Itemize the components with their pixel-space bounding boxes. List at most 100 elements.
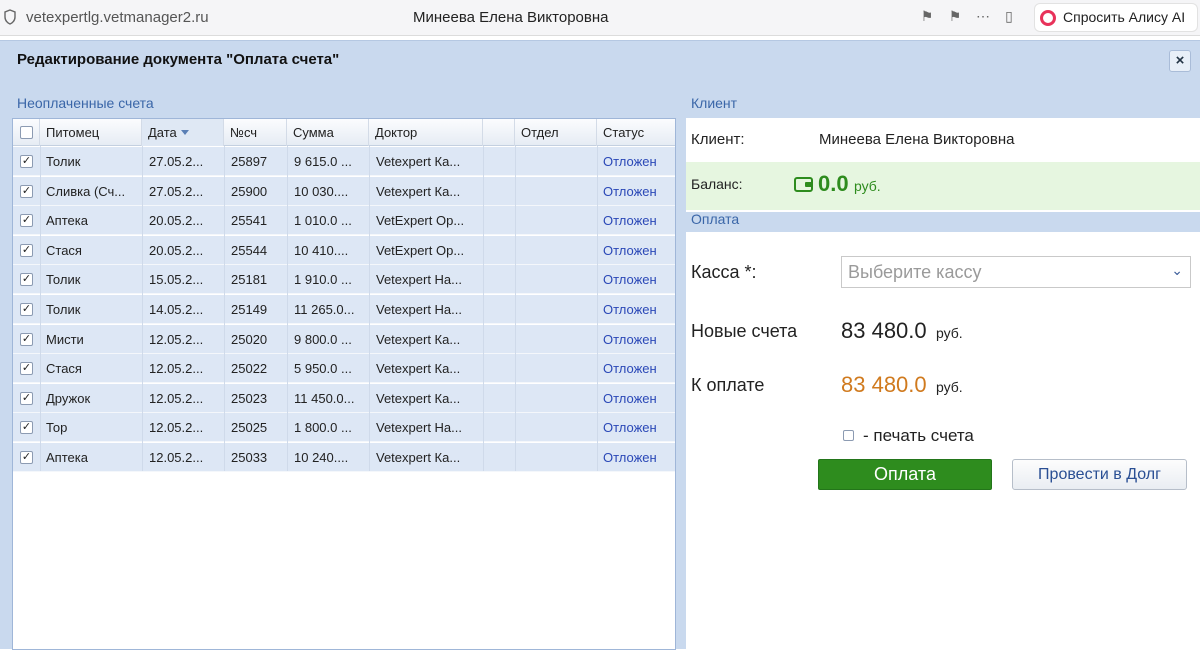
row-checkbox[interactable]: ✓ bbox=[20, 451, 33, 464]
more-icon[interactable]: ⋯ bbox=[974, 8, 992, 25]
row-checkbox[interactable]: ✓ bbox=[20, 243, 33, 257]
table-row[interactable]: ✓ Стася 20.05.2... 25544 10 410.... VetExpert… bbox=[13, 235, 675, 265]
shield-icon[interactable] bbox=[4, 9, 16, 25]
cell-date: 20.05.2... bbox=[149, 242, 204, 258]
cell-status[interactable]: Отложен bbox=[603, 361, 673, 376]
cell-status[interactable]: Отложен bbox=[603, 154, 673, 169]
cell-doctor: Vetexpert Ка... bbox=[376, 154, 461, 169]
balance-value: 0.0 bbox=[818, 171, 849, 196]
address-bar-url[interactable]: vetexpertlg.vetmanager2.ru bbox=[26, 9, 209, 26]
cashbox-select[interactable]: Выберите кассу ⌄ bbox=[841, 256, 1191, 288]
column-separator bbox=[142, 146, 143, 471]
cell-pet: Толик bbox=[46, 272, 81, 288]
cell-status[interactable]: Отложен bbox=[603, 243, 673, 258]
chevron-down-icon[interactable]: ⌄ bbox=[1171, 262, 1183, 279]
to-pay-unit: руб. bbox=[936, 379, 963, 395]
cell-status[interactable]: Отложен bbox=[603, 302, 673, 317]
browser-toolbar: vetexpertlg.vetmanager2.ru Минеева Елена… bbox=[0, 0, 1200, 36]
alice-button[interactable]: Спросить Алису AI bbox=[1034, 3, 1198, 32]
cell-status[interactable]: Отложен bbox=[603, 272, 673, 287]
cell-status[interactable]: Отложен bbox=[603, 420, 673, 435]
column-header-date[interactable]: Дата bbox=[142, 119, 224, 146]
payment-section-title: Оплата bbox=[691, 211, 740, 227]
column-header-sum[interactable]: Сумма bbox=[287, 119, 369, 146]
cell-sum: 9 615.0 ... bbox=[294, 154, 352, 169]
column-separator bbox=[515, 146, 516, 471]
cell-num: 25022 bbox=[231, 361, 268, 377]
table-row[interactable]: ✓ Аптека 12.05.2... 25033 10 240.... Vetexper… bbox=[13, 443, 675, 472]
debt-button[interactable]: Провести в Долг bbox=[1012, 459, 1187, 490]
cell-status[interactable]: Отложен bbox=[603, 184, 673, 199]
cell-date: 27.05.2... bbox=[149, 183, 204, 199]
table-row[interactable]: ✓ Аптека 20.05.2... 25541 1 010.0 ... VetExpe… bbox=[13, 206, 675, 236]
row-checkbox[interactable]: ✓ bbox=[20, 214, 33, 228]
column-header-number[interactable]: №сч bbox=[224, 119, 287, 146]
column-header-pet[interactable]: Питомец bbox=[40, 119, 142, 146]
column-header-blank[interactable] bbox=[483, 119, 515, 146]
column-header-department[interactable]: Отдел bbox=[515, 119, 597, 146]
cell-sum: 10 240.... bbox=[294, 450, 349, 465]
cell-pet: Толик bbox=[46, 154, 81, 169]
row-checkbox[interactable]: ✓ bbox=[20, 184, 33, 198]
translate-icon[interactable]: ⚑ bbox=[918, 8, 936, 25]
cell-pet: Дружок bbox=[46, 390, 91, 406]
cell-sum: 10 030.... bbox=[294, 183, 349, 199]
cell-pet: Стася bbox=[46, 361, 82, 377]
cell-num: 25149 bbox=[231, 302, 268, 317]
alice-icon bbox=[1040, 10, 1056, 26]
cell-doctor: Vetexpert Ка... bbox=[376, 361, 461, 377]
cell-date: 14.05.2... bbox=[149, 302, 204, 317]
table-row[interactable]: ✓ Дружок 12.05.2... 25023 11 450.0... Vetexpe… bbox=[13, 383, 675, 413]
cell-pet: Сливка (Сч... bbox=[46, 183, 126, 199]
column-header-status[interactable]: Статус bbox=[597, 119, 675, 146]
wallet-icon bbox=[794, 177, 813, 192]
payment-box: Касса *: Выберите кассу ⌄ Новые счета 83… bbox=[686, 232, 1200, 650]
reader-icon[interactable]: ⚑ bbox=[946, 8, 964, 25]
row-checkbox[interactable]: ✓ bbox=[20, 391, 33, 405]
table-row[interactable]: ✓ Стася 12.05.2... 25022 5 950.0 ... Vetexper… bbox=[13, 354, 675, 384]
table-row[interactable]: ✓ Тор 12.05.2... 25025 1 800.0 ... Vetexpert … bbox=[13, 413, 675, 443]
cell-doctor: Vetexpert Ка... bbox=[376, 331, 461, 347]
cell-status[interactable]: Отложен bbox=[603, 450, 673, 465]
cell-date: 12.05.2... bbox=[149, 420, 204, 436]
pay-button[interactable]: Оплата bbox=[818, 459, 992, 490]
unpaid-bills-grid: Питомец Дата №сч Сумма Доктор Отдел Стат… bbox=[12, 118, 676, 650]
cell-doctor: Vetexpert На... bbox=[376, 420, 462, 436]
table-row[interactable]: ✓ Толик 15.05.2... 25181 1 910.0 ... Vetexper… bbox=[13, 265, 675, 295]
row-checkbox[interactable]: ✓ bbox=[20, 332, 33, 346]
row-checkbox[interactable]: ✓ bbox=[20, 362, 33, 376]
cell-num: 25025 bbox=[231, 420, 268, 436]
table-row[interactable]: ✓ Мисти 12.05.2... 25020 9 800.0 ... Vetexper… bbox=[13, 324, 675, 354]
cell-num: 25544 bbox=[231, 242, 268, 258]
cell-status[interactable]: Отложен bbox=[603, 391, 673, 406]
table-row[interactable]: ✓ Сливка (Сч... 27.05.2... 25900 10 030.... V… bbox=[13, 176, 675, 206]
bookmark-icon[interactable]: ▯ bbox=[1000, 8, 1018, 25]
select-all-cell bbox=[13, 119, 40, 146]
column-separator bbox=[287, 146, 288, 471]
table-row[interactable]: ✓ Толик 14.05.2... 25149 11 265.0... Vetexper… bbox=[13, 295, 675, 324]
select-all-checkbox[interactable] bbox=[20, 126, 33, 139]
cell-date: 12.05.2... bbox=[149, 450, 204, 465]
new-bills-value: 83 480.0 bbox=[841, 318, 927, 343]
close-icon[interactable]: × bbox=[1169, 50, 1191, 72]
column-separator bbox=[369, 146, 370, 471]
cell-num: 25897 bbox=[231, 154, 268, 169]
cell-doctor: Vetexpert Ка... bbox=[376, 390, 461, 406]
cell-sum: 1 800.0 ... bbox=[294, 420, 352, 436]
column-separator bbox=[597, 146, 598, 471]
grid-header: Питомец Дата №сч Сумма Доктор Отдел Стат… bbox=[13, 119, 675, 146]
row-checkbox[interactable]: ✓ bbox=[20, 421, 33, 435]
column-separator bbox=[224, 146, 225, 471]
column-header-doctor[interactable]: Доктор bbox=[369, 119, 483, 146]
new-bills-label: Новые счета bbox=[691, 321, 798, 341]
cell-status[interactable]: Отложен bbox=[603, 332, 673, 347]
print-bill-checkbox[interactable] bbox=[843, 430, 854, 441]
row-checkbox[interactable]: ✓ bbox=[20, 155, 33, 168]
table-row[interactable]: ✓ Толик 27.05.2... 25897 9 615.0 ... Vetexper… bbox=[13, 147, 675, 176]
cell-status[interactable]: Отложен bbox=[603, 213, 673, 228]
cell-date: 20.05.2... bbox=[149, 213, 204, 229]
row-checkbox[interactable]: ✓ bbox=[20, 273, 33, 287]
balance-row: Баланс: 0.0 руб. bbox=[686, 162, 1200, 210]
cell-num: 25020 bbox=[231, 331, 268, 347]
row-checkbox[interactable]: ✓ bbox=[20, 303, 33, 316]
